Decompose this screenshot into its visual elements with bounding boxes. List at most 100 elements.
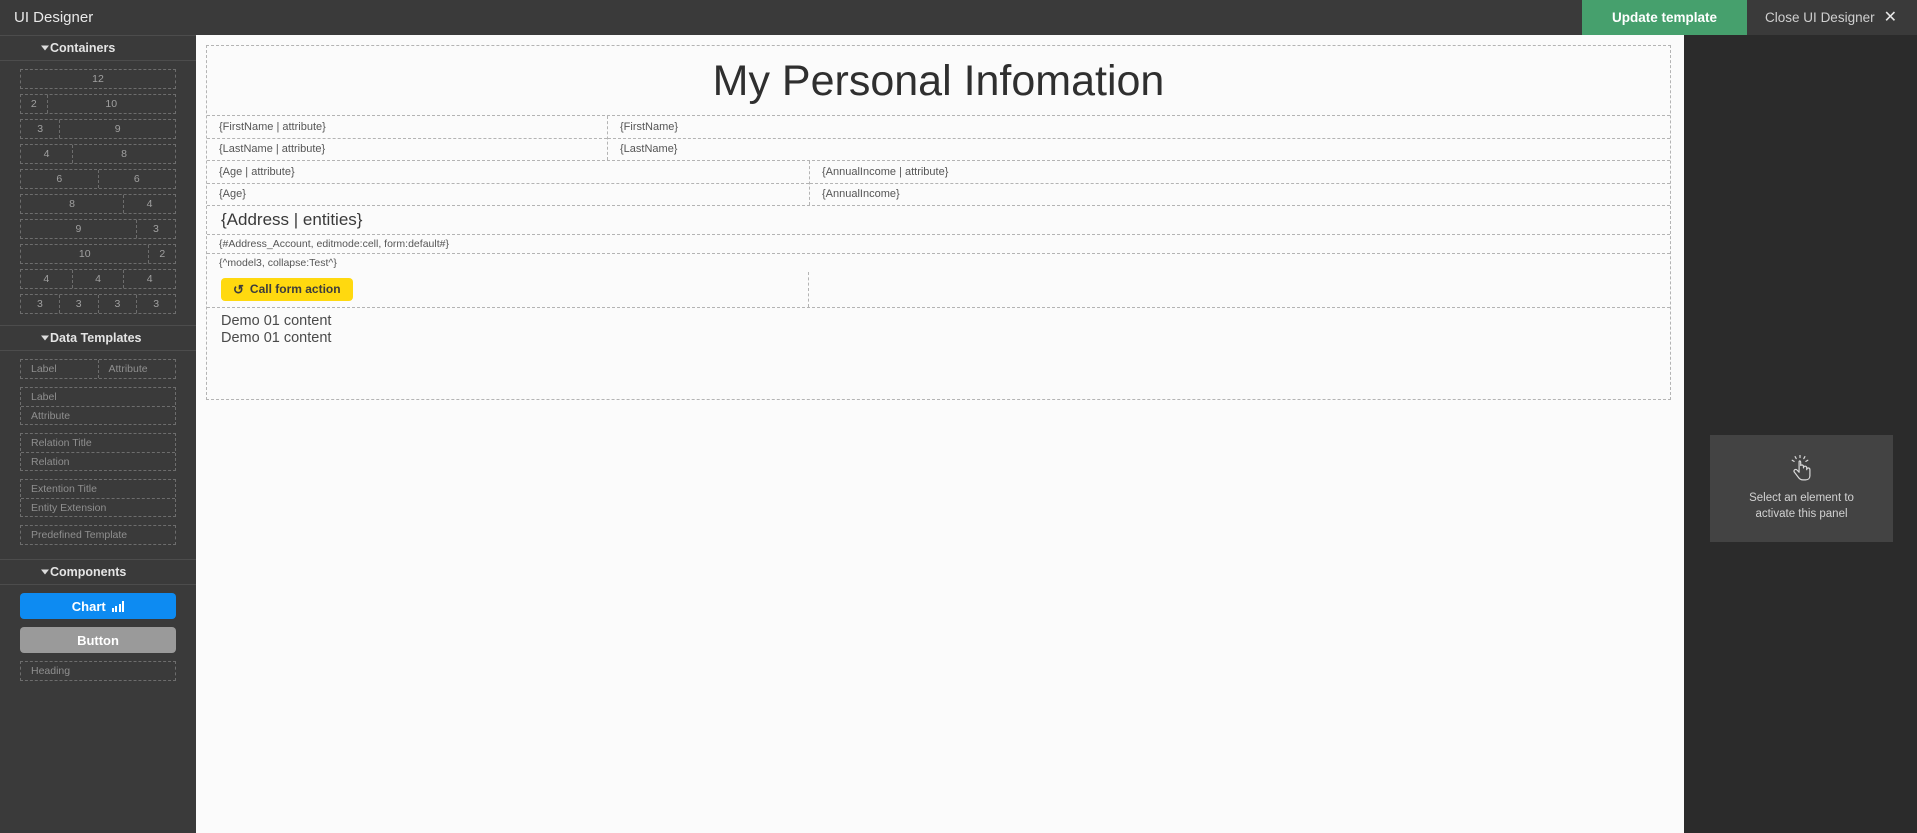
inspector-message: Select an element to activate this panel [1749, 491, 1854, 520]
container-cell: 12 [92, 73, 104, 85]
entity-section[interactable]: {Address | entities} {#Address_Account, … [207, 206, 1670, 272]
entity-config-line[interactable]: {#Address_Account, editmode:cell, form:d… [207, 233, 1670, 253]
container-cell: 9 [59, 120, 175, 138]
bar-chart-icon [111, 600, 125, 612]
form-field-placeholder[interactable]: {Age | attribute} [207, 161, 809, 183]
chevron-down-icon [41, 569, 49, 575]
container-cell: 4 [123, 195, 175, 213]
container-layout-12[interactable]: 12 [20, 69, 176, 89]
container-cell: 10 [78, 248, 91, 260]
demo-line: Demo 01 content [221, 330, 332, 347]
container-cell: 6 [56, 173, 63, 185]
container-cell: 6 [97, 170, 176, 188]
form-row: {Age | attribute} {Age} {AnnualIncome | at… [207, 160, 1670, 206]
component-chart-label: Chart [71, 598, 106, 614]
component-button-button[interactable]: Button [20, 627, 176, 653]
action-row: ↺ Call form action [207, 271, 1670, 308]
form-row: {FirstName | attribute} {LastName | attri… [207, 115, 1670, 161]
container-cell: 2 [148, 245, 175, 263]
close-ui-designer-button[interactable]: Close UI Designer ✕ [1747, 0, 1917, 35]
data-template-cell: Predefined Template [31, 529, 128, 541]
design-canvas[interactable]: My Personal Infomation {FirstName | attr… [196, 35, 1684, 833]
entity-section-title[interactable]: {Address | entities} [207, 206, 1670, 234]
right-rail: Select an element to activate this panel [1684, 35, 1917, 833]
form-container[interactable]: My Personal Infomation {FirstName | attr… [206, 45, 1671, 400]
action-cell-left[interactable]: ↺ Call form action [207, 271, 809, 307]
component-chart-button[interactable]: Chart [20, 593, 176, 619]
data-template-item[interactable]: Relation Title Relation [20, 433, 176, 471]
container-layout-4-4-4[interactable]: 444 [20, 269, 176, 289]
form-field-placeholder[interactable]: {AnnualIncome | attribute} [810, 161, 1670, 183]
container-cell: 4 [43, 148, 50, 160]
container-cell: 8 [69, 198, 75, 210]
container-layout-4-8[interactable]: 48 [20, 144, 176, 164]
data-templates-palette: Label Attribute Label Attribute Relation Tit… [0, 351, 196, 559]
close-icon: ✕ [1883, 8, 1897, 26]
sidebar-section-containers[interactable]: Containers [0, 35, 196, 61]
container-cell: 3 [136, 295, 175, 313]
action-cell-right[interactable] [809, 272, 1670, 307]
container-layout-9-3[interactable]: 93 [20, 219, 176, 239]
container-cell: 9 [75, 223, 82, 235]
data-template-cell: Relation Title [31, 437, 92, 449]
data-template-cell: Extention Title [31, 483, 97, 495]
containers-palette: 12 2 10 3 9 4 8 6 6 8 4 9 3 10 2 4 4 4 3 3 3 3 [0, 61, 196, 325]
update-template-label: Update template [1612, 10, 1718, 25]
container-layout-10-2[interactable]: 10 2 [20, 244, 176, 264]
form-field-placeholder[interactable]: {LastName | attribute} [207, 137, 607, 160]
form-column[interactable]: {Age | attribute} {Age} [207, 161, 809, 205]
container-cell: 2 [30, 98, 37, 110]
entity-model-line[interactable]: {^model3, collapse:Test^} [207, 252, 1670, 272]
container-cell: 3 [37, 123, 44, 135]
sidebar-section-data-templates[interactable]: Data Templates [0, 325, 196, 351]
section-label: Data Templates [50, 331, 142, 345]
component-button-label: Button [77, 632, 119, 648]
app-header: UI Designer Update template Close UI Des… [0, 0, 1917, 35]
data-template-item[interactable]: Predefined Template [20, 525, 176, 545]
left-sidebar: Containers 12 2 10 3 9 4 8 6 6 8 4 9 3 10 2 4 4 4 3 3 3 3 Dat… [0, 35, 196, 833]
form-field-placeholder[interactable]: {FirstName} [608, 116, 1670, 138]
form-field-placeholder[interactable]: {AnnualIncome} [810, 182, 1670, 205]
demo-content-block[interactable]: Demo 01 content Demo 01 content [207, 308, 1670, 348]
data-template-item[interactable]: Label Attribute [20, 359, 176, 379]
data-template-cell: Label [31, 391, 57, 403]
form-field-placeholder[interactable]: {LastName} [608, 137, 1670, 160]
container-layout-8-4[interactable]: 84 [20, 194, 176, 214]
form-field-placeholder[interactable]: {FirstName | attribute} [207, 116, 607, 138]
component-heading-button[interactable]: Heading [20, 661, 176, 681]
form-column[interactable]: {FirstName | attribute} {LastName | attri… [207, 116, 607, 160]
data-template-item[interactable]: Extention Title Entity Extension [20, 479, 176, 517]
form-column[interactable]: {FirstName} {LastName} [607, 115, 1670, 160]
close-designer-label: Close UI Designer [1765, 10, 1875, 25]
pointing-hand-click-icon [1791, 454, 1810, 481]
sidebar-section-components[interactable]: Components [0, 559, 196, 585]
chevron-down-icon [41, 45, 49, 51]
call-form-action-button[interactable]: ↺ Call form action [221, 277, 353, 301]
container-layout-6-6[interactable]: 66 [20, 169, 176, 189]
page-title[interactable]: My Personal Infomation [207, 46, 1670, 116]
container-cell: 10 [46, 95, 175, 113]
components-palette: Chart Button Heading [0, 585, 196, 695]
app-title: UI Designer [14, 9, 94, 26]
form-field-placeholder[interactable]: {Age} [207, 182, 809, 205]
data-template-cell: Attribute [97, 360, 176, 378]
demo-line: Demo 01 content [221, 312, 332, 329]
container-cell: 3 [97, 295, 137, 313]
container-layout-3-3-3-3[interactable]: 3333 [20, 294, 176, 314]
call-form-action-label: Call form action [249, 282, 341, 297]
container-layout-2-10[interactable]: 2 10 [20, 94, 176, 114]
form-column[interactable]: {AnnualIncome | attribute} {AnnualIncome} [809, 160, 1670, 205]
data-template-cell: Relation [21, 452, 175, 470]
chevron-down-icon [41, 335, 49, 341]
container-cell: 8 [72, 145, 175, 163]
inspector-panel: Select an element to activate this panel [1710, 435, 1893, 542]
container-cell: 4 [71, 270, 124, 288]
data-template-cell: Entity Extension [21, 498, 175, 516]
update-template-button[interactable]: Update template [1582, 0, 1748, 35]
data-template-item[interactable]: Label Attribute [20, 387, 176, 425]
container-cell: 3 [135, 220, 175, 238]
container-layout-3-9[interactable]: 39 [20, 119, 176, 139]
form-rows: {FirstName | attribute} {LastName | attri… [207, 115, 1670, 206]
component-heading-label: Heading [31, 665, 71, 677]
container-cell: 4 [43, 273, 50, 285]
